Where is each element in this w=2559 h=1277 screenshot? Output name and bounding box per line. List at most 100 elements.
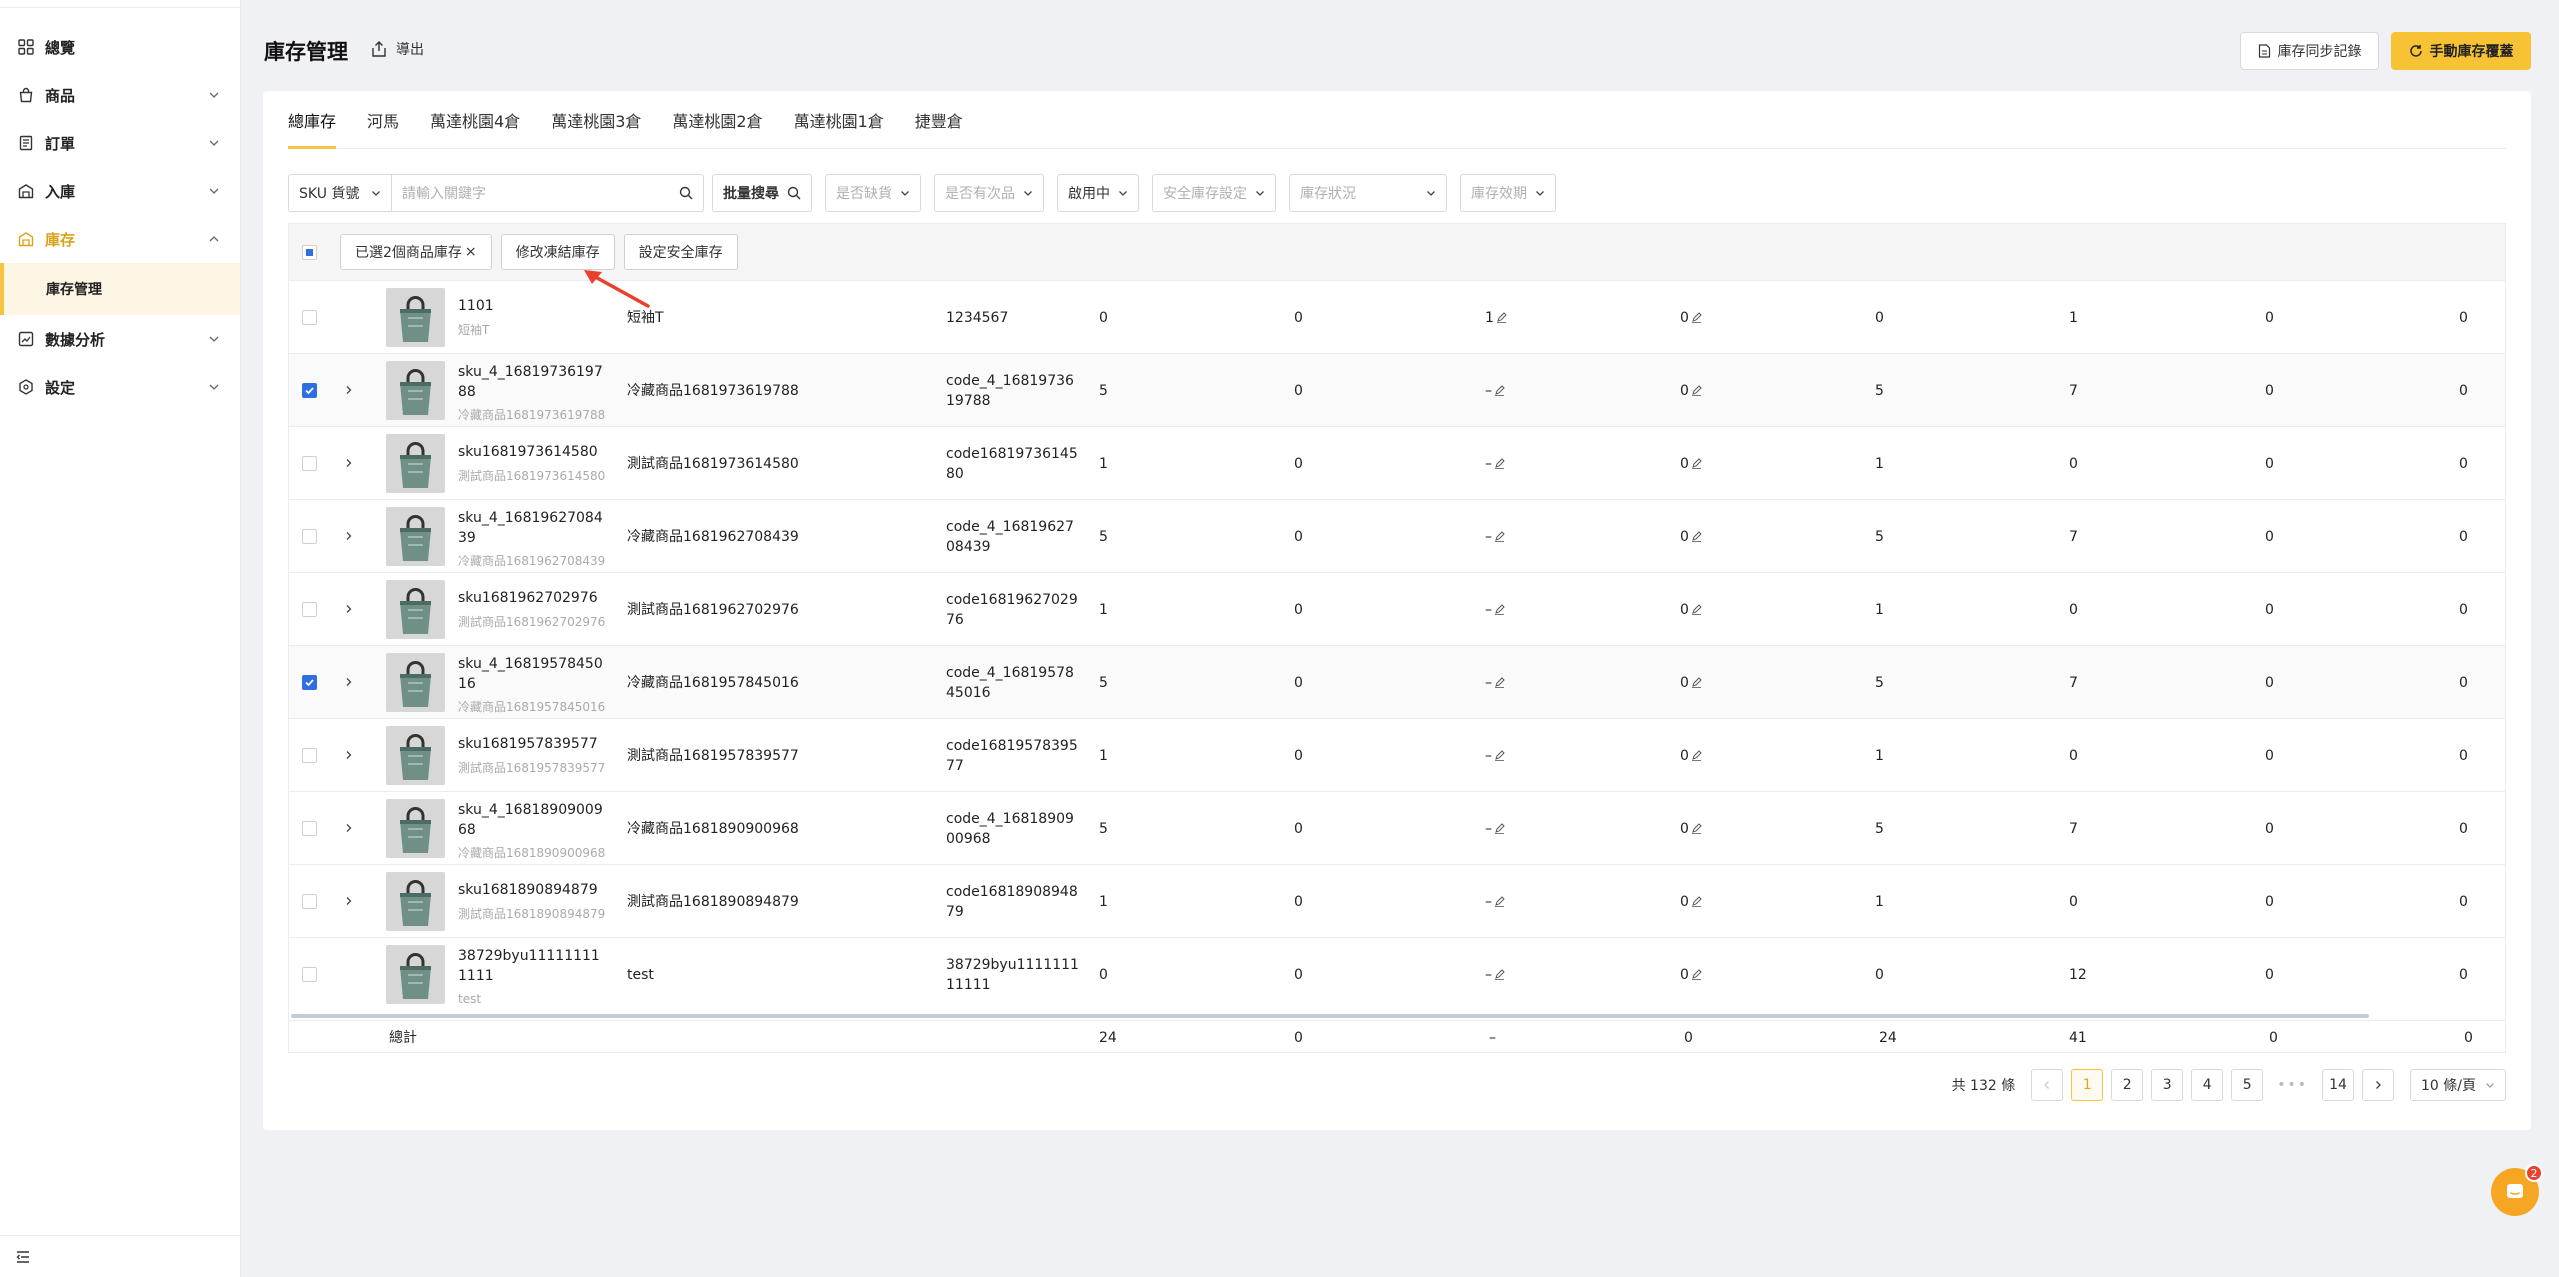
table-row[interactable]: sku_4_1681962708439 冷藏商品1681962708439 冷藏商品… — [289, 499, 2505, 572]
row-checkbox[interactable] — [302, 529, 317, 544]
row-checkbox[interactable] — [302, 456, 317, 471]
expand-row-chevron-icon[interactable] — [344, 531, 354, 541]
nav-item-inbound[interactable]: 入庫 — [0, 167, 240, 215]
nav-item-orders[interactable]: 訂單 — [0, 119, 240, 167]
next-page-button[interactable] — [2362, 1069, 2394, 1101]
tab-jiefeng[interactable]: 捷豐倉 — [915, 108, 963, 148]
page-size-select[interactable]: 10 條/頁 — [2410, 1069, 2506, 1101]
page-ellipsis[interactable]: ••• — [2271, 1069, 2314, 1101]
tab-taoyuan-1[interactable]: 萬達桃園1倉 — [794, 108, 884, 148]
stock-c4[interactable]: 0 — [1680, 746, 1702, 766]
page-3-button[interactable]: 3 — [2151, 1069, 2184, 1101]
row-checkbox[interactable] — [302, 821, 317, 836]
stock-status-select[interactable]: 庫存狀況 — [1289, 174, 1447, 212]
sidebar-collapse-toggle[interactable] — [0, 1235, 240, 1277]
row-checkbox[interactable] — [302, 675, 317, 690]
defective-select[interactable]: 是否有次品 — [934, 174, 1044, 212]
stock-c4[interactable]: 0 — [1680, 308, 1702, 328]
table-row[interactable]: sku1681962702976 測試商品1681962702976 測試商品168… — [289, 572, 2505, 645]
table-row[interactable]: sku_4_1681957845016 冷藏商品1681957845016 冷藏商品… — [289, 645, 2505, 718]
edit-pencil-icon[interactable] — [1691, 677, 1702, 688]
table-row[interactable]: sku_4_1681890900968 冷藏商品1681890900968 冷藏商品… — [289, 791, 2505, 864]
edit-pencil-icon[interactable] — [1494, 677, 1505, 688]
tab-taoyuan-2[interactable]: 萬達桃園2倉 — [672, 108, 762, 148]
modify-frozen-stock-button[interactable]: 修改凍結庫存 — [500, 234, 615, 270]
stock-c4[interactable]: 0 — [1680, 381, 1702, 401]
tab-total[interactable]: 總庫存 — [288, 108, 337, 149]
row-checkbox[interactable] — [302, 383, 317, 398]
stock-c4[interactable]: 0 — [1680, 600, 1702, 620]
row-checkbox[interactable] — [302, 748, 317, 763]
table-row[interactable]: 38729byu111111111111 test test 38729byu1111… — [289, 937, 2505, 1010]
table-row[interactable]: sku1681973614580 測試商品1681973614580 測試商品168… — [289, 426, 2505, 499]
stock-c3[interactable]: – — [1485, 892, 1505, 912]
tab-taoyuan-3[interactable]: 萬達桃園3倉 — [551, 108, 641, 148]
stock-c4[interactable]: 0 — [1680, 892, 1702, 912]
expand-row-chevron-icon[interactable] — [344, 677, 354, 687]
nav-item-products[interactable]: 商品 — [0, 71, 240, 119]
nav-item-overview[interactable]: 總覽 — [0, 23, 240, 71]
stock-c3[interactable]: – — [1485, 965, 1505, 985]
nav-item-analytics[interactable]: 數據分析 — [0, 315, 240, 363]
clear-selection-icon[interactable]: × — [465, 244, 477, 260]
stock-c3[interactable]: – — [1485, 527, 1505, 547]
expand-row-chevron-icon[interactable] — [344, 896, 354, 906]
row-checkbox[interactable] — [302, 894, 317, 909]
batch-search-button[interactable]: 批量搜尋 — [712, 174, 812, 212]
status-select[interactable]: 啟用中 — [1057, 174, 1139, 212]
stock-c3[interactable]: – — [1485, 381, 1505, 401]
stock-c3[interactable]: – — [1485, 746, 1505, 766]
nav-subitem-inventory-management[interactable]: 庫存管理 — [0, 263, 240, 315]
edit-pencil-icon[interactable] — [1691, 604, 1702, 615]
stock-c3[interactable]: – — [1485, 454, 1505, 474]
edit-pencil-icon[interactable] — [1494, 385, 1505, 396]
expand-row-chevron-icon[interactable] — [344, 750, 354, 760]
selected-count-chip[interactable]: 已選2個商品庫存 × — [340, 234, 492, 270]
edit-pencil-icon[interactable] — [1691, 458, 1702, 469]
keyword-search-input[interactable]: 請輸入關鍵字 — [392, 174, 704, 212]
stock-c4[interactable]: 0 — [1680, 819, 1702, 839]
page-4-button[interactable]: 4 — [2191, 1069, 2224, 1101]
expiry-select[interactable]: 庫存效期 — [1460, 174, 1556, 212]
edit-pencil-icon[interactable] — [1494, 458, 1505, 469]
stock-c3[interactable]: – — [1485, 673, 1505, 693]
edit-pencil-icon[interactable] — [1691, 969, 1702, 980]
nav-item-settings[interactable]: 設定 — [0, 363, 240, 411]
stock-c3[interactable]: 1 — [1485, 308, 1507, 328]
edit-pencil-icon[interactable] — [1691, 896, 1702, 907]
manual-override-button[interactable]: 手動庫存覆蓋 — [2391, 32, 2531, 70]
page-1-button[interactable]: 1 — [2071, 1069, 2104, 1101]
edit-pencil-icon[interactable] — [1691, 385, 1702, 396]
stock-c4[interactable]: 0 — [1680, 673, 1702, 693]
prev-page-button[interactable] — [2031, 1069, 2064, 1101]
edit-pencil-icon[interactable] — [1691, 750, 1702, 761]
horizontal-scrollbar[interactable] — [291, 1014, 2369, 1018]
table-row[interactable]: sku_4_1681973619788 冷藏商品1681973619788 冷藏商品… — [289, 353, 2505, 426]
page-last-button[interactable]: 14 — [2322, 1069, 2354, 1101]
page-5-button[interactable]: 5 — [2231, 1069, 2264, 1101]
table-row[interactable]: sku1681890894879 測試商品1681890894879 測試商品168… — [289, 864, 2505, 937]
set-safety-stock-button[interactable]: 設定安全庫存 — [623, 234, 738, 270]
edit-pencil-icon[interactable] — [1494, 604, 1505, 615]
edit-pencil-icon[interactable] — [1691, 531, 1702, 542]
row-checkbox[interactable] — [302, 967, 317, 982]
safety-stock-setting-select[interactable]: 安全庫存設定 — [1152, 174, 1276, 212]
edit-pencil-icon[interactable] — [1691, 823, 1702, 834]
edit-pencil-icon[interactable] — [1691, 312, 1702, 323]
out-of-stock-select[interactable]: 是否缺貨 — [825, 174, 921, 212]
edit-pencil-icon[interactable] — [1494, 750, 1505, 761]
tab-taoyuan-4[interactable]: 萬達桃園4倉 — [430, 108, 520, 148]
stock-c4[interactable]: 0 — [1680, 527, 1702, 547]
row-checkbox[interactable] — [302, 310, 317, 325]
stock-c3[interactable]: – — [1485, 819, 1505, 839]
row-checkbox[interactable] — [302, 602, 317, 617]
edit-pencil-icon[interactable] — [1494, 969, 1505, 980]
expand-row-chevron-icon[interactable] — [344, 823, 354, 833]
edit-pencil-icon[interactable] — [1496, 312, 1507, 323]
expand-row-chevron-icon[interactable] — [344, 458, 354, 468]
select-all-checkbox[interactable] — [302, 244, 317, 260]
support-chat-button[interactable]: 2 — [2491, 1164, 2543, 1216]
edit-pencil-icon[interactable] — [1494, 531, 1505, 542]
page-2-button[interactable]: 2 — [2111, 1069, 2144, 1101]
tab-hema[interactable]: 河馬 — [367, 108, 399, 148]
